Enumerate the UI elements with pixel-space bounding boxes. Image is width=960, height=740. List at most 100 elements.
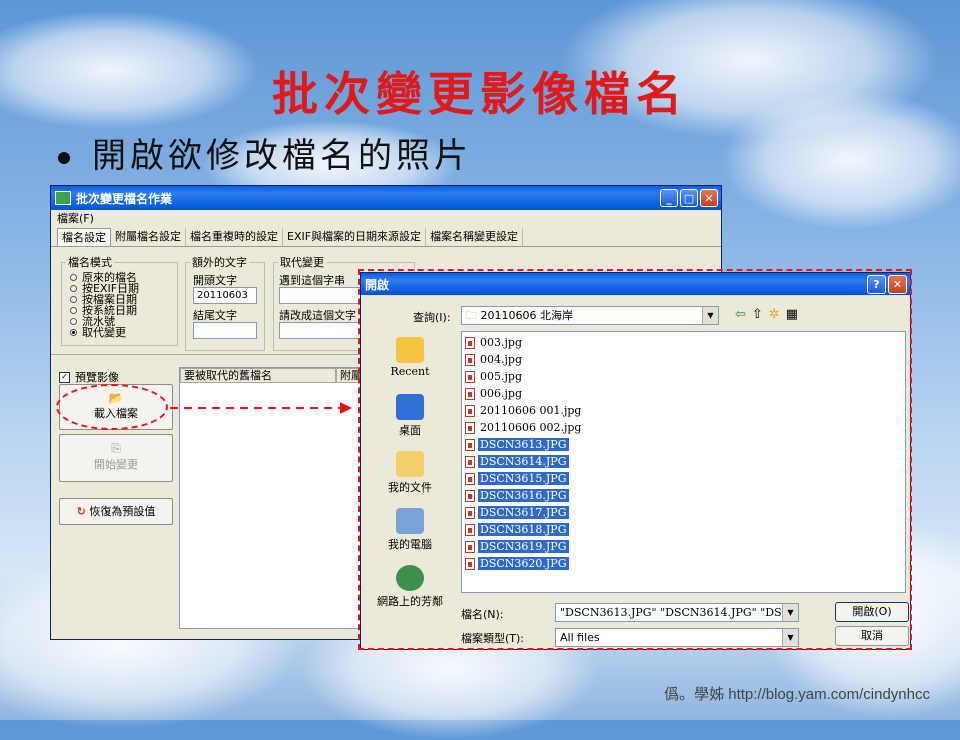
slide-bullet: 開啟欲修改檔名的照片 [58,128,472,177]
window-title: 批次變更檔名作業 [76,191,173,206]
tab-extension-settings[interactable]: 附屬檔名設定 [111,228,186,246]
file-item[interactable]: 004.jpg [462,351,905,368]
credit-text: 僞。學姊 http://blog.yam.com/cindynhcc [664,686,930,703]
file-name: DSCN3614.JPG [478,455,569,468]
jpg-file-icon [465,472,475,485]
file-name: 004.jpg [480,353,522,366]
chevron-down-icon: ▼ [702,307,718,324]
place-desktop[interactable]: 桌面 [367,394,453,445]
checkbox-box: ✓ [59,371,70,383]
tab-case-settings[interactable]: 檔案名稱變更設定 [426,228,524,246]
place-my-computer[interactable]: 我的電腦 [367,508,453,559]
minimize-button[interactable]: _ [660,189,678,207]
filename-mode-group: 檔名模式 原來的檔名 按EXIF日期 按檔案日期 按系統日期 流水號 取代變更 [61,254,178,346]
lookin-combo[interactable]: 🗀 20110606 北海岸 ▼ [461,306,719,325]
jpg-file-icon [465,540,475,553]
place-network[interactable]: 網路上的芳鄰 [367,565,453,616]
place-recent[interactable]: Recent [367,337,453,388]
file-name: DSCN3617.JPG [478,506,569,519]
back-icon[interactable]: ⇦ [735,307,746,322]
filetype-label: 檔案類型(T): [461,632,525,645]
file-item[interactable]: 20110606 002.jpg [462,419,905,436]
file-item[interactable]: DSCN3616.JPG [462,487,905,504]
help-button[interactable]: ? [867,274,886,294]
file-name: DSCN3613.JPG [478,438,569,451]
preview-checkbox[interactable]: ✓ 預覽影像 [59,369,119,385]
tab-duplicate-settings[interactable]: 檔名重複時的設定 [186,228,283,246]
place-my-documents[interactable]: 我的文件 [367,451,453,502]
close-button[interactable]: ✕ [700,189,718,207]
dialog-toolbar: ⇦ ⇧ ✲ ▦ [735,307,798,322]
jpg-file-icon [465,404,475,417]
filetype-select[interactable]: All files ▼ [555,628,799,647]
suffix-label: 結尾文字 [193,309,237,322]
replace-input[interactable] [279,322,369,339]
tab-filename-settings[interactable]: 檔名設定 [57,228,111,246]
new-folder-icon[interactable]: ✲ [769,307,780,322]
computer-icon [396,508,424,534]
desktop-icon [396,394,424,420]
file-items: 003.jpg 004.jpg 005.jpg 006.jpg 20110606 001… [462,332,905,572]
documents-icon [396,451,424,477]
view-menu-icon[interactable]: ▦ [786,307,798,322]
file-item[interactable]: DSCN3618.JPG [462,521,905,538]
cancel-button[interactable]: 取消 [835,626,909,646]
file-item[interactable]: DSCN3617.JPG [462,504,905,521]
replace-legend: 取代變更 [280,256,324,269]
jpg-file-icon [465,506,475,519]
load-button-highlight [56,384,168,430]
annotation-arrow [170,402,352,414]
radio-replace[interactable]: 取代變更 [70,327,177,338]
file-item[interactable]: 20110606 001.jpg [462,402,905,419]
prefix-label: 開頭文字 [193,274,237,287]
file-name: DSCN3616.JPG [478,489,569,502]
jpg-file-icon [465,353,475,366]
dialog-close-button[interactable]: ✕ [888,274,907,294]
up-folder-icon[interactable]: ⇧ [752,307,763,322]
file-item[interactable]: DSCN3615.JPG [462,470,905,487]
file-item[interactable]: 005.jpg [462,368,905,385]
file-item[interactable]: 006.jpg [462,385,905,402]
column-old-filename[interactable]: 要被取代的舊檔名 [180,368,336,383]
find-label: 遇到這個字串 [279,274,345,287]
dialog-title: 開啟 [365,277,390,292]
jpg-file-icon [465,421,475,434]
find-input[interactable] [279,287,369,304]
file-item[interactable]: DSCN3619.JPG [462,538,905,555]
menu-file[interactable]: 檔案(F) [51,210,721,228]
open-file-dialog: 開啟 ? ✕ 查詢(I): 🗀 20110606 北海岸 ▼ ⇦ ⇧ ✲ ▦ R… [360,272,911,650]
jpg-file-icon [465,387,475,400]
file-name: 20110606 001.jpg [480,404,582,417]
file-item[interactable]: 003.jpg [462,334,905,351]
suffix-input[interactable] [193,322,257,339]
folder-icon: 🗀 [466,309,477,322]
reset-defaults-button[interactable]: ↻ 恢復為預設值 [59,498,173,525]
prefix-input[interactable]: 20110603 [193,287,257,304]
file-name: DSCN3619.JPG [478,540,569,553]
filename-input[interactable]: "DSCN3613.JPG" "DSCN3614.JPG" "DSCN36 ▼ [555,603,799,622]
slide-title: 批次變更影像檔名 [272,67,688,121]
file-item[interactable]: DSCN3613.JPG [462,436,905,453]
file-item[interactable]: DSCN3620.JPG [462,555,905,572]
rename-icon: ⎘ [111,441,121,455]
jpg-file-icon [465,557,475,570]
file-name: 005.jpg [480,370,522,383]
extra-text-legend: 額外的文字 [192,256,247,269]
jpg-file-icon [465,370,475,383]
file-name: DSCN3620.JPG [478,557,569,570]
jpg-file-icon [465,455,475,468]
file-list[interactable]: 003.jpg 004.jpg 005.jpg 006.jpg 20110606 001… [461,331,906,593]
mode-options: 原來的檔名 按EXIF日期 按檔案日期 按系統日期 流水號 取代變更 [62,270,177,338]
start-rename-button[interactable]: ⎘ 開始變更 [59,434,173,482]
filename-label: 檔名(N): [461,608,504,621]
file-name: DSCN3615.JPG [478,472,569,485]
open-button[interactable]: 開啟(O) [835,602,909,622]
recent-icon [396,337,424,363]
jpg-file-icon [465,523,475,536]
file-name: 20110606 002.jpg [480,421,582,434]
file-item[interactable]: DSCN3614.JPG [462,453,905,470]
tab-exif-date-settings[interactable]: EXIF與檔案的日期來源設定 [283,228,427,246]
dialog-title-bar: 開啟 ? ✕ [361,273,910,295]
title-bar: 批次變更檔名作業 _ □ ✕ [51,186,721,210]
maximize-button[interactable]: □ [680,189,698,207]
